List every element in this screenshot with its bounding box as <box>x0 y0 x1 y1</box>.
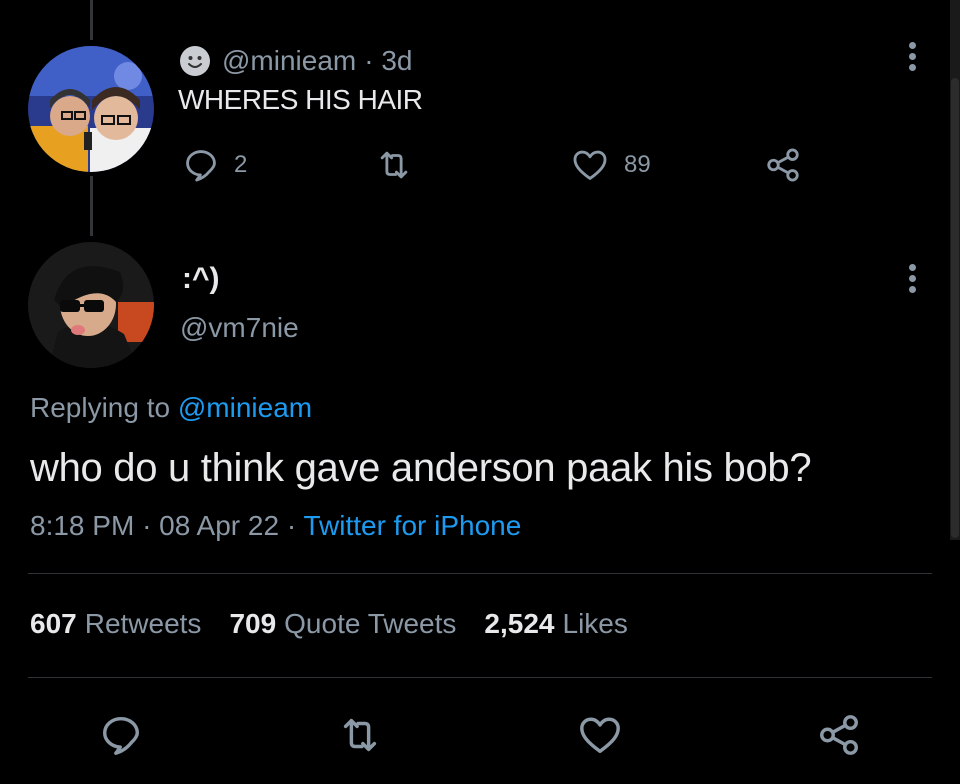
replying-to-label: Replying to <box>30 392 171 423</box>
parent-like-button[interactable]: 89 <box>570 146 651 184</box>
reply-icon <box>102 716 140 755</box>
retweet-icon <box>343 718 377 752</box>
divider <box>28 677 932 678</box>
heart-icon <box>573 150 607 180</box>
thread-line-top <box>90 0 93 40</box>
more-icon[interactable] <box>907 260 917 297</box>
avatar[interactable] <box>28 46 154 172</box>
parent-tweet-text: WHERES HIS HAIR <box>178 84 423 115</box>
thread-line-middle <box>90 176 93 236</box>
reply-icon <box>186 150 216 182</box>
divider <box>28 573 932 574</box>
replying-to-mention[interactable]: @minieam <box>178 392 312 423</box>
stat-likes[interactable]: 2,524 Likes <box>484 608 627 640</box>
reply-display-name[interactable]: :^) <box>182 262 220 296</box>
share-icon <box>820 715 858 755</box>
stat-label: Retweets <box>84 608 202 639</box>
tweet-date[interactable]: 08 Apr 22 <box>159 510 279 541</box>
parent-tweet-header: @minieam · 3d <box>180 44 412 78</box>
tweet-detail-view: @minieam · 3d WHERES HIS HAIR 2 89:^) @… <box>0 0 960 784</box>
parent-like-count: 89 <box>624 151 651 178</box>
avatar[interactable] <box>28 242 154 368</box>
reply-handle[interactable]: @vm7nie <box>180 312 299 344</box>
more-icon[interactable] <box>907 38 917 75</box>
meta-separator: · <box>142 510 160 541</box>
parent-reply-button[interactable]: 2 <box>182 146 247 184</box>
tweet-source[interactable]: Twitter for iPhone <box>303 510 521 541</box>
stat-number: 709 <box>229 608 277 639</box>
tweet-meta: 8:18 PM · 08 Apr 22 · Twitter for iPhone <box>30 510 521 542</box>
replying-to-line: Replying to @minieam <box>30 392 312 424</box>
heart-icon <box>580 717 620 754</box>
stat-retweets[interactable]: 607 Retweets <box>30 608 201 640</box>
share-icon <box>767 148 799 182</box>
stat-number: 607 <box>30 608 77 639</box>
stat-label: Likes <box>562 608 628 639</box>
retweet-icon <box>380 151 408 179</box>
stat-quote-tweets[interactable]: 709 Quote Tweets <box>229 608 456 640</box>
parent-reply-count: 2 <box>234 151 248 178</box>
smiley-face-icon <box>180 46 210 76</box>
tweet-time[interactable]: 8:18 PM <box>30 510 134 541</box>
parent-time: · 3d <box>364 45 413 76</box>
stat-label: Quote Tweets <box>284 608 457 639</box>
share-button[interactable] <box>816 712 862 763</box>
stat-number: 2,524 <box>484 608 555 639</box>
tweet-text: who do u think gave anderson paak his bo… <box>30 446 812 490</box>
tweet-stats: 607 Retweets 709 Quote Tweets 2,524 Likes <box>30 608 656 640</box>
parent-retweet-button[interactable] <box>374 146 414 184</box>
scrollbar-thumb[interactable] <box>951 78 959 538</box>
parent-share-button[interactable] <box>764 146 802 184</box>
parent-handle[interactable]: @minieam <box>222 45 356 77</box>
meta-separator: · <box>286 510 304 541</box>
like-button[interactable] <box>576 712 624 763</box>
retweet-button[interactable] <box>336 712 384 763</box>
reply-button[interactable] <box>98 712 144 763</box>
